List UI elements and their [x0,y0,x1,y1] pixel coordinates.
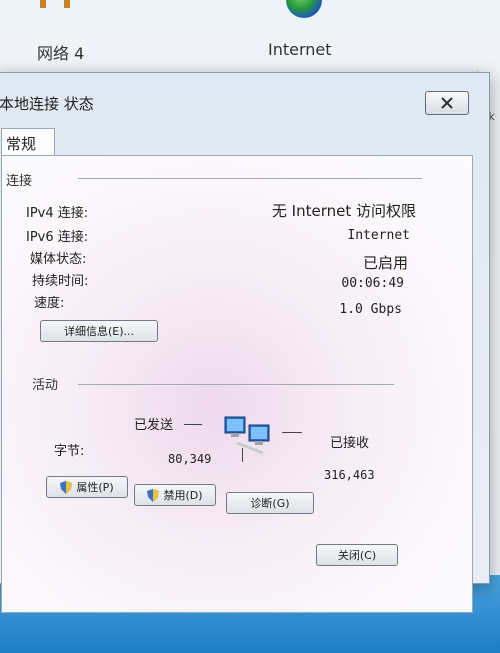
diagnose-button[interactable]: 诊断(G) [226,492,314,514]
ipv6-label: IPv6 连接: [26,230,89,245]
disable-button[interactable]: 禁用(D) [134,484,216,506]
dialog-title: 本地连接 状态 [0,95,94,113]
properties-button[interactable]: 属性(P) [46,476,128,498]
general-panel: 连接 IPv4 连接: 无 Internet 访问权限 IPv6 连接: Int… [1,155,473,613]
close-window-button[interactable] [425,91,469,115]
speed-label: 速度: [34,296,65,311]
connection-group-label: 连接 [6,174,33,189]
bytes-label: 字节: [54,444,85,459]
group-divider [78,178,422,179]
uac-shield-icon [60,480,73,494]
details-button[interactable]: 详细信息(E)... [40,320,158,342]
received-label: 已接收 [330,436,370,451]
bytes-received-value: 316,463 [324,468,375,482]
close-x-icon [441,97,453,109]
duration-label: 持续时间: [32,274,89,289]
close-button[interactable]: 关闭(C) [316,544,398,566]
received-line [282,432,302,433]
network-item-label[interactable]: Internet [268,40,332,59]
tab-general[interactable]: 常规 [1,128,55,157]
ipv4-value: 无 Internet 访问权限 [271,202,416,220]
disable-button-label: 禁用(D) [163,489,203,502]
network-computers-icon [224,416,270,455]
network-icon [40,0,70,8]
properties-button-label: 属性(P) [76,481,114,494]
speed-value: 1.0 Gbps [339,302,402,317]
group-divider [78,384,394,385]
activity-group-label: 活动 [32,378,59,393]
bytes-sent-value: 80,349 [168,452,212,466]
ipv4-label: IPv4 连接: [26,206,89,221]
uac-shield-icon [147,488,160,502]
network-item-label[interactable]: 网络 4 [37,40,84,64]
media-state-value: 已启用 [362,254,408,272]
media-state-label: 媒体状态: [30,252,87,267]
duration-value: 00:06:49 [341,276,404,291]
sent-label: 已发送 [134,418,174,433]
globe-icon [286,0,322,18]
connection-status-dialog: 本地连接 状态 常规 连接 IPv4 连接: 无 Internet 访问权限 I… [0,72,490,613]
sent-line [184,424,202,425]
ipv6-value: Internet [347,228,410,243]
